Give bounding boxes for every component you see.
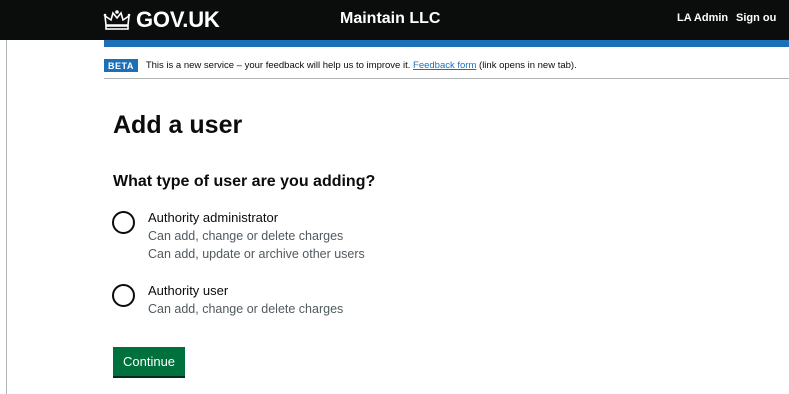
feedback-form-link[interactable]: Feedback form: [413, 60, 476, 71]
service-name-link[interactable]: Maintain LLC: [340, 10, 440, 28]
page-edge-rule: [6, 0, 7, 394]
page-title: Add a user: [113, 111, 243, 139]
radio-label[interactable]: Authority administrator: [148, 209, 365, 227]
radio-option-authority-administrator[interactable]: Authority administrator Can add, change …: [112, 209, 365, 263]
continue-button[interactable]: Continue: [113, 347, 186, 376]
banner-text-before: This is a new service – your feedback wi…: [145, 59, 414, 71]
radio-hint: Can add, update or archive other users: [148, 247, 365, 261]
crown-icon: [103, 9, 131, 31]
page: GOV.UK Maintain LLC LA Admin Sign ou BET…: [0, 0, 789, 394]
nav-user-link[interactable]: LA Admin: [677, 12, 728, 24]
radio-hint: Can add, change or delete charges: [148, 302, 344, 316]
radio-button-authority-user[interactable]: [112, 284, 135, 307]
radio-text-authority-user: Authority user Can add, change or delete…: [148, 282, 343, 318]
radio-text-authority-administrator: Authority administrator Can add, change …: [148, 209, 365, 263]
sign-out-link[interactable]: Sign ou: [736, 12, 776, 24]
phase-banner: BETA This is a new service – your feedba…: [104, 52, 789, 79]
logo-text: GOV.UK: [136, 7, 220, 32]
header-blue-stripe: [104, 40, 789, 47]
radio-option-authority-user[interactable]: Authority user Can add, change or delete…: [112, 282, 343, 318]
radio-button-authority-administrator[interactable]: [112, 211, 135, 234]
site-header: GOV.UK Maintain LLC LA Admin Sign ou: [0, 0, 789, 40]
govuk-logo-link[interactable]: GOV.UK: [103, 7, 220, 33]
user-type-question: What type of user are you adding?: [113, 173, 376, 190]
radio-hint: Can add, change or delete charges: [148, 229, 344, 243]
banner-text-after: (link opens in new tab).: [476, 59, 577, 71]
radio-label[interactable]: Authority user: [148, 282, 343, 300]
beta-tag: BETA: [104, 58, 138, 72]
